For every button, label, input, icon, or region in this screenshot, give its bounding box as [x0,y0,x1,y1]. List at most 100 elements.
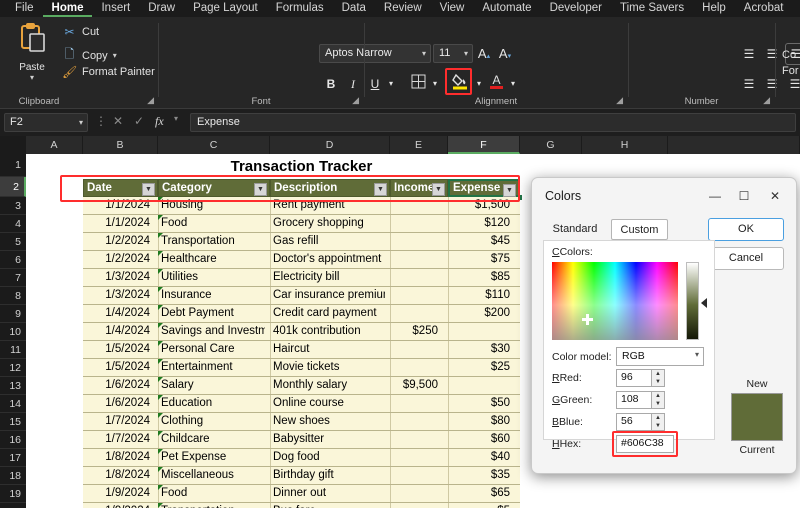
ribbon-tab-data[interactable]: Data [333,0,375,17]
column-header-c[interactable]: C [158,136,270,154]
red-input[interactable]: 96 [616,369,652,387]
row-header-12[interactable]: 12 [0,359,26,377]
column-header-d[interactable]: D [270,136,390,154]
table-row[interactable]: 1/5/2024 Personal Care Haircut $30 [83,341,520,359]
cell-category[interactable]: Transportation [158,233,265,250]
ribbon-tab-home[interactable]: Home [42,0,93,17]
confirm-entry-icon[interactable]: ✓ [134,114,144,128]
table-row[interactable]: 1/2/2024 Transportation Gas refill $45 [83,233,520,251]
copy-button[interactable]: 🗋 Copy ▾ [62,45,117,66]
cell-date[interactable]: 1/4/2024 [83,323,153,340]
cell-date[interactable]: 1/6/2024 [83,395,153,412]
ribbon-tab-time-savers[interactable]: Time Savers [611,0,693,17]
cell-date[interactable]: 1/6/2024 [83,377,153,394]
copy-chevron-down-icon[interactable]: ▾ [113,51,117,60]
cell-category[interactable]: Transportation [158,503,265,508]
luminance-slider[interactable] [686,262,699,340]
color-gradient-picker[interactable] [552,262,678,340]
cell-category[interactable]: Utilities [158,269,265,286]
cancel-button[interactable]: Cancel [708,247,784,270]
minimize-icon[interactable]: — [704,186,726,206]
row-header-4[interactable]: 4 [0,215,26,233]
cell-description[interactable]: Electricity bill [270,269,385,286]
table-row[interactable]: 1/7/2024 Clothing New shoes $80 [83,413,520,431]
ribbon-tab-page-layout[interactable]: Page Layout [184,0,267,17]
cell-category[interactable]: Miscellaneous [158,467,265,484]
cell-description[interactable]: New shoes [270,413,385,430]
color-model-select[interactable]: RGB ▾ [616,347,704,366]
cell-expense[interactable]: $200 [448,305,514,322]
row-header-8[interactable]: 8 [0,287,26,305]
column-header-a[interactable]: A [26,136,83,154]
row-header-2[interactable]: 2 [0,177,26,197]
cell-expense[interactable]: $120 [448,215,514,232]
bold-button[interactable]: B [323,74,339,94]
green-input[interactable]: 108 [616,391,652,409]
row-header-14[interactable]: 14 [0,395,26,413]
ribbon-tab-help[interactable]: Help [693,0,735,17]
table-row[interactable]: 1/9/2024 Transportation Bus fare $5 [83,503,520,508]
cell-category[interactable]: Childcare [158,431,265,448]
cell-date[interactable]: 1/2/2024 [83,251,153,268]
formula-input[interactable]: Expense [190,113,796,132]
cell-date[interactable]: 1/2/2024 [83,233,153,250]
maximize-icon[interactable]: ☐ [733,186,755,206]
green-stepper[interactable]: ▲ ▼ [652,391,665,409]
cell-category[interactable]: Clothing [158,413,265,430]
cell-category[interactable]: Entertainment [158,359,265,376]
cell-expense[interactable]: $35 [448,467,514,484]
cell-description[interactable]: Credit card payment [270,305,385,322]
cut-button[interactable]: ✂ Cut [62,25,99,39]
table-row[interactable]: 1/8/2024 Pet Expense Dog food $40 [83,449,520,467]
cell-category[interactable]: Education [158,395,265,412]
cell-expense[interactable]: $40 [448,449,514,466]
row-header-18[interactable]: 18 [0,467,26,485]
cell-description[interactable]: Gas refill [270,233,385,250]
cell-category[interactable]: Insurance [158,287,265,304]
paste-button[interactable]: Paste ▾ [8,23,56,89]
cell-date[interactable]: 1/4/2024 [83,305,153,322]
cell-date[interactable]: 1/3/2024 [83,287,153,304]
table-row[interactable]: 1/3/2024 Utilities Electricity bill $85 [83,269,520,287]
table-row[interactable]: 1/8/2024 Miscellaneous Birthday gift $35 [83,467,520,485]
row-header-15[interactable]: 15 [0,413,26,431]
cell-category[interactable]: Healthcare [158,251,265,268]
table-row[interactable]: 1/9/2024 Food Dinner out $65 [83,485,520,503]
cell-category[interactable]: Debt Payment [158,305,265,322]
italic-button[interactable]: I [345,74,361,94]
cell-category[interactable]: Personal Care [158,341,265,358]
cell-expense[interactable]: $30 [448,341,514,358]
cell-income[interactable]: $9,500 [390,377,442,394]
red-stepper[interactable]: ▲ ▼ [652,369,665,387]
tab-standard[interactable]: Standard [545,219,605,240]
row-header-19[interactable]: 19 [0,485,26,503]
paste-chevron-down-icon[interactable]: ▾ [8,73,56,82]
row-header-1[interactable]: 1 [0,154,26,177]
ribbon-tab-formulas[interactable]: Formulas [267,0,333,17]
row-header-20[interactable]: 20 [0,503,26,508]
row-header-6[interactable]: 6 [0,251,26,269]
table-row[interactable]: 1/1/2024 Food Grocery shopping $120 [83,215,520,233]
cell-date[interactable]: 1/9/2024 [83,503,153,508]
cell-date[interactable]: 1/3/2024 [83,269,153,286]
cell-date[interactable]: 1/8/2024 [83,449,153,466]
cell-expense[interactable]: $65 [448,485,514,502]
luminance-slider-arrow-icon[interactable] [701,298,707,308]
chevron-down-icon[interactable]: ▾ [695,350,699,359]
chevron-down-icon[interactable]: ▾ [79,118,83,127]
conditional-formatting-line2[interactable]: For [782,65,799,77]
ribbon-tab-file[interactable]: File [6,0,43,17]
cell-description[interactable]: Grocery shopping [270,215,385,232]
ok-button[interactable]: OK [708,218,784,241]
cell-category[interactable]: Savings and Investme [158,323,265,340]
row-header-10[interactable]: 10 [0,323,26,341]
row-header-13[interactable]: 13 [0,377,26,395]
cell-category[interactable]: Salary [158,377,265,394]
blue-input[interactable]: 56 [616,413,652,431]
ribbon-tab-automate[interactable]: Automate [473,0,540,17]
column-header-h[interactable]: H [582,136,668,154]
ribbon-tab-insert[interactable]: Insert [92,0,139,17]
cell-expense[interactable]: $75 [448,251,514,268]
colors-dialog[interactable]: Colors — ☐ ✕ Standard Custom OK Cancel C… [531,177,797,474]
tab-custom[interactable]: Custom [611,219,668,240]
